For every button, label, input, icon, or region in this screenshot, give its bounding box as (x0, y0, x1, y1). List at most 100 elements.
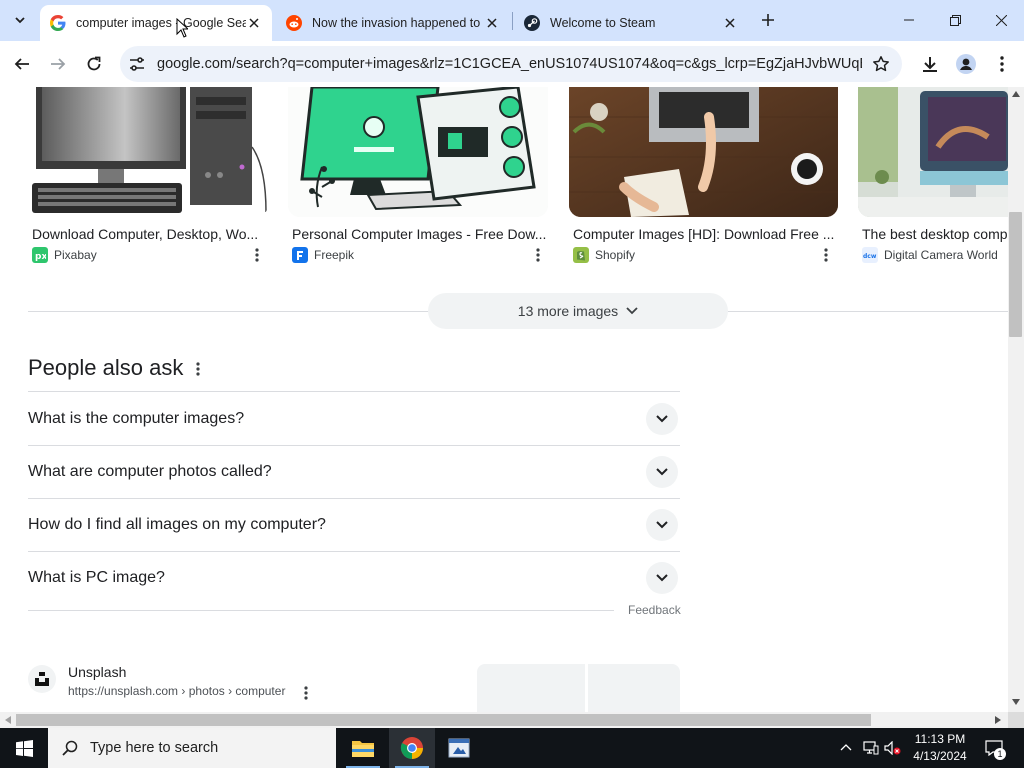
image-result-thumbnail[interactable] (569, 87, 838, 217)
image-result-menu-button[interactable] (818, 247, 834, 263)
downloads-button[interactable] (916, 50, 944, 78)
windows-taskbar: Type here to search 11:13 PM 4/13/2024 1 (0, 728, 1024, 768)
expand-button[interactable] (646, 561, 678, 594)
close-tab-button[interactable] (246, 15, 262, 31)
notifications-button[interactable]: 1 (984, 738, 1006, 760)
tab-title: computer images - Google Search (76, 16, 246, 30)
volume-tray-button[interactable] (884, 738, 902, 758)
image-result-menu-button[interactable] (530, 247, 546, 263)
paa-question-row[interactable]: What is the computer images? (28, 392, 680, 446)
back-button[interactable] (8, 50, 36, 78)
expand-button[interactable] (646, 402, 678, 435)
feedback-link[interactable]: Feedback (628, 603, 681, 617)
image-result-title[interactable]: Personal Computer Images - Free Dow... (292, 226, 546, 242)
chevron-down-icon (626, 307, 638, 315)
image-result-source[interactable]: Shopify (573, 247, 635, 263)
expand-button[interactable] (646, 508, 678, 541)
more-vert-icon (255, 248, 259, 262)
green-computer-illustration (288, 87, 548, 217)
close-tab-button[interactable] (722, 15, 738, 31)
horizontal-scrollbar-thumb[interactable] (16, 714, 871, 726)
close-icon (725, 18, 735, 28)
tab-steam[interactable]: Welcome to Steam (514, 5, 748, 41)
close-window-button[interactable] (978, 0, 1024, 40)
taskbar-search-placeholder: Type here to search (90, 740, 219, 756)
download-icon (923, 57, 937, 72)
forward-button[interactable] (44, 50, 72, 78)
chevron-down-icon (656, 414, 668, 422)
close-icon (995, 14, 1007, 26)
paa-question-row[interactable]: What is PC image? (28, 551, 680, 604)
paa-question: What is the computer images? (28, 409, 245, 427)
chrome-icon (400, 737, 423, 759)
scrollbar-corner (1008, 712, 1024, 728)
reload-icon (87, 56, 101, 71)
chevron-up-icon[interactable] (840, 743, 852, 751)
taskbar-chrome[interactable] (389, 728, 435, 768)
svg-text:px: px (35, 252, 46, 261)
notification-count-badge: 1 (994, 748, 1006, 760)
desktop-monitor-photo (858, 87, 1008, 217)
url-text[interactable]: google.com/search?q=computer+images&rlz=… (157, 56, 862, 72)
tab-google-search[interactable]: computer images - Google Search (40, 5, 272, 41)
scroll-left-arrow-icon[interactable] (5, 716, 11, 724)
more-images-button[interactable]: 13 more images (428, 293, 728, 329)
tab-reddit[interactable]: Now the invasion happened to (276, 5, 510, 41)
site-settings-icon[interactable] (128, 55, 146, 73)
tab-search-button[interactable] (8, 8, 32, 32)
paa-question-row[interactable]: How do I find all images on my computer? (28, 498, 680, 552)
new-tab-button[interactable] (756, 8, 780, 32)
app-window-icon (448, 738, 470, 758)
image-result-source[interactable]: Freepik (292, 247, 354, 263)
more-vert-icon (304, 686, 308, 700)
chevron-down-icon (656, 573, 668, 581)
result-url[interactable]: https://unsplash.com › photos › computer (68, 684, 285, 698)
taskbar-app[interactable] (436, 728, 482, 768)
restore-button[interactable] (932, 0, 978, 40)
more-vert-icon (536, 248, 540, 262)
taskbar-file-explorer[interactable] (340, 728, 386, 768)
image-result-thumbnail[interactable] (288, 87, 548, 217)
profile-button[interactable] (952, 50, 980, 78)
scroll-right-arrow-icon[interactable] (995, 716, 1001, 724)
image-result-source[interactable]: dcw Digital Camera World (862, 247, 998, 263)
scroll-up-arrow-icon[interactable] (1012, 91, 1020, 97)
more-vert-icon (1000, 56, 1004, 72)
image-result-thumbnail[interactable] (28, 87, 268, 217)
start-button[interactable] (0, 728, 48, 768)
image-result-thumbnail[interactable] (858, 87, 1008, 217)
tab-title: Welcome to Steam (550, 16, 656, 30)
expand-button[interactable] (646, 455, 678, 488)
unsplash-logo-icon[interactable] (28, 665, 56, 693)
image-result-source[interactable]: px Pixabay (32, 247, 97, 263)
paa-question-row[interactable]: What are computer photos called? (28, 445, 680, 499)
desktop-computer-image (32, 87, 267, 213)
image-result-title[interactable]: Download Computer, Desktop, Wo... (32, 226, 264, 242)
google-icon (50, 15, 66, 31)
chevron-down-icon (656, 467, 668, 475)
scroll-down-arrow-icon[interactable] (1012, 699, 1020, 705)
people-also-ask-menu-button[interactable] (190, 361, 206, 377)
image-result-title[interactable]: Computer Images [HD]: Download Free ... (573, 226, 835, 242)
image-result-menu-button[interactable] (249, 247, 265, 263)
taskbar-clock[interactable]: 11:13 PM 4/13/2024 (908, 731, 972, 765)
close-tab-button[interactable] (484, 15, 500, 31)
svg-text:dcw: dcw (863, 253, 877, 259)
tab-separator (512, 12, 513, 30)
bookmark-star-icon[interactable] (872, 55, 890, 73)
close-icon (249, 18, 259, 28)
chrome-menu-button[interactable] (988, 50, 1016, 78)
network-tray-button[interactable] (862, 738, 880, 758)
reload-button[interactable] (80, 50, 108, 78)
vertical-scrollbar[interactable] (1008, 87, 1024, 712)
minimize-button[interactable] (886, 0, 932, 40)
taskbar-search-box[interactable]: Type here to search (48, 728, 336, 768)
result-menu-button[interactable] (298, 685, 314, 701)
result-thumbnail-placeholder[interactable] (477, 664, 585, 712)
vertical-scrollbar-thumb[interactable] (1009, 212, 1022, 337)
windows-logo-icon (15, 739, 33, 757)
address-bar[interactable]: google.com/search?q=computer+images&rlz=… (120, 46, 902, 82)
image-result-title[interactable]: The best desktop comp (862, 226, 1008, 242)
result-site-name[interactable]: Unsplash (68, 664, 126, 680)
result-thumbnail-placeholder[interactable] (588, 664, 680, 712)
